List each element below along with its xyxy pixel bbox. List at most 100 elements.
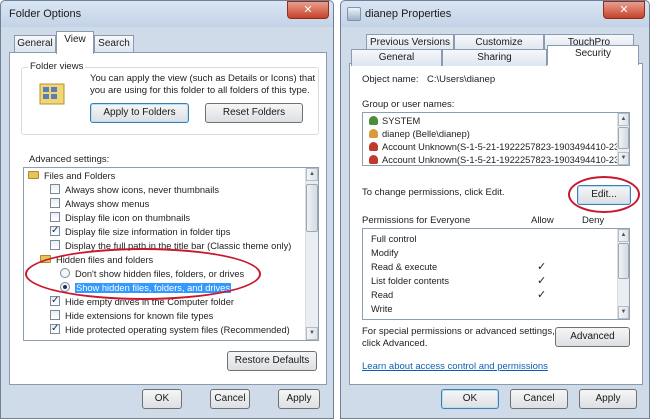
folder-views-desc-2: you are using for this folder to all fol…	[90, 85, 310, 96]
tree-item-hide-extensions[interactable]: Hide extensions for known file types	[50, 310, 213, 323]
permission-name: Modify	[371, 248, 399, 258]
user-row[interactable]: Account Unknown(S-1-5-21-1922257823-1903…	[369, 141, 624, 153]
permission-name: Read & execute	[371, 262, 438, 272]
tree-item-label: Hide empty drives in the Computer folder	[65, 297, 234, 307]
tree-item-label: Hide protected operating system files (R…	[65, 325, 290, 335]
tree-folder-hidden-files: Hidden files and folders	[40, 254, 153, 267]
checkbox[interactable]	[50, 198, 60, 208]
special-permissions-text-2: click Advanced.	[362, 338, 428, 349]
permission-row: Modify	[371, 246, 629, 260]
tab-general[interactable]: General	[14, 35, 56, 52]
user-icon	[369, 129, 378, 138]
checkbox-checked[interactable]	[50, 322, 60, 335]
allow-header: Allow	[531, 215, 554, 226]
tree-folder-files-and-folders: Files and Folders	[28, 170, 115, 183]
user-list[interactable]: SYSTEM dianep (Belle\dianep) Account Unk…	[362, 112, 630, 166]
scroll-thumb[interactable]	[618, 127, 629, 149]
reset-folders-button[interactable]: Reset Folders	[205, 103, 303, 123]
user-name: SYSTEM	[382, 116, 421, 126]
apply-button[interactable]: Apply	[278, 389, 320, 409]
scroll-up-arrow-icon[interactable]: ▲	[618, 229, 629, 242]
tab-search[interactable]: Search	[94, 35, 134, 52]
tree-item-label: Hidden files and folders	[56, 255, 154, 265]
advanced-settings-label: Advanced settings:	[29, 154, 110, 165]
window-title: dianep Properties	[365, 8, 452, 20]
cancel-button[interactable]: Cancel	[510, 389, 568, 409]
tree-item-label: Display the full path in the title bar (…	[65, 241, 292, 251]
tree-item-label: Don't show hidden files, folders, or dri…	[75, 269, 245, 279]
scroll-up-arrow-icon[interactable]: ▲	[618, 113, 629, 126]
folder-icon	[40, 255, 51, 263]
tree-item-always-show-menus[interactable]: Always show menus	[50, 198, 149, 211]
permission-row: Read & execute ✓	[371, 260, 629, 274]
permissions-scrollbar[interactable]: ▲ ▼	[617, 229, 629, 319]
tree-item-dont-show-hidden[interactable]: Don't show hidden files, folders, or dri…	[60, 268, 244, 281]
tree-item-label: Show hidden files, folders, and drives	[75, 283, 232, 293]
unknown-user-icon	[369, 142, 378, 151]
permission-name: List folder contents	[371, 276, 450, 286]
scroll-down-arrow-icon[interactable]: ▼	[618, 306, 629, 319]
allow-check-icon: ✓	[537, 289, 547, 301]
user-row[interactable]: dianep (Belle\dianep)	[369, 128, 470, 140]
close-button[interactable]: ✕	[603, 1, 645, 19]
ok-button[interactable]: OK	[441, 389, 499, 409]
unknown-user-icon	[369, 155, 378, 164]
scroll-down-arrow-icon[interactable]: ▼	[618, 152, 629, 165]
permission-name: Write	[371, 304, 393, 314]
permission-name: Read	[371, 290, 394, 300]
tree-item-show-hidden[interactable]: Show hidden files, folders, and drives	[60, 282, 232, 295]
checkbox-checked[interactable]	[50, 294, 60, 307]
allow-check-icon: ✓	[537, 261, 547, 273]
title-bar[interactable]: Folder Options ✕	[1, 1, 333, 27]
advanced-button[interactable]: Advanced	[555, 327, 630, 347]
learn-access-control-link[interactable]: Learn about access control and permissio…	[362, 361, 548, 372]
tree-item-display-full-path[interactable]: Display the full path in the title bar (…	[50, 240, 291, 253]
permission-row: Write	[371, 302, 629, 316]
radio-button-selected[interactable]	[60, 282, 70, 292]
title-bar[interactable]: dianep Properties ✕	[341, 1, 649, 27]
folder-icon	[347, 7, 361, 21]
scroll-thumb[interactable]	[618, 243, 629, 279]
ok-button[interactable]: OK	[142, 389, 182, 409]
checkbox[interactable]	[50, 310, 60, 320]
scroll-down-arrow-icon[interactable]: ▼	[306, 327, 318, 340]
close-button[interactable]: ✕	[287, 1, 329, 19]
window-title: Folder Options	[9, 8, 82, 20]
tree-item-label: Always show icons, never thumbnails	[65, 185, 219, 195]
tree-item-label: Display file icon on thumbnails	[65, 213, 191, 223]
user-name: Account Unknown(S-1-5-21-1922257823-1903…	[382, 142, 625, 152]
tab-view[interactable]: View	[56, 31, 94, 54]
checkbox[interactable]	[50, 184, 60, 194]
tree-item-display-file-size[interactable]: Display file size information in folder …	[50, 224, 230, 239]
scroll-thumb[interactable]	[306, 184, 318, 232]
checkbox-checked[interactable]	[50, 224, 60, 237]
permission-row: Read ✓	[371, 288, 629, 302]
user-name: Account Unknown(S-1-5-21-1922257823-1903…	[382, 155, 625, 165]
tab-general[interactable]: General	[351, 49, 442, 66]
tree-item-label: Always show menus	[65, 199, 150, 209]
folder-options-window: Folder Options ✕ General View Search Fol…	[0, 0, 334, 419]
checkbox[interactable]	[50, 212, 60, 222]
apply-button[interactable]: Apply	[579, 389, 637, 409]
user-list-scrollbar[interactable]: ▲ ▼	[617, 113, 629, 165]
cancel-button[interactable]: Cancel	[210, 389, 250, 409]
deny-header: Deny	[582, 215, 605, 226]
tree-item-hide-protected[interactable]: Hide protected operating system files (R…	[50, 322, 290, 337]
tab-security[interactable]: Security	[547, 45, 639, 65]
user-row[interactable]: Account Unknown(S-1-5-21-1922257823-1903…	[369, 154, 625, 165]
tree-item-hide-empty-drives[interactable]: Hide empty drives in the Computer folder	[50, 294, 234, 309]
restore-defaults-button[interactable]: Restore Defaults	[227, 351, 317, 371]
tree-item-always-show-icons[interactable]: Always show icons, never thumbnails	[50, 184, 219, 197]
tab-sharing[interactable]: Sharing	[442, 49, 547, 66]
special-permissions-text-1: For special permissions or advanced sett…	[362, 326, 555, 337]
permissions-list[interactable]: Full control Modify Read & execute ✓ List…	[362, 228, 630, 320]
advanced-settings-tree[interactable]: Files and Folders Always show icons, nev…	[23, 167, 319, 341]
checkbox[interactable]	[50, 240, 60, 250]
edit-button[interactable]: Edit...	[577, 185, 631, 205]
user-row[interactable]: SYSTEM	[369, 115, 420, 127]
tree-scrollbar[interactable]: ▲ ▼	[305, 168, 318, 340]
scroll-up-arrow-icon[interactable]: ▲	[306, 168, 318, 181]
radio-button[interactable]	[60, 268, 70, 278]
apply-to-folders-button[interactable]: Apply to Folders	[90, 103, 189, 123]
tree-item-display-file-icon[interactable]: Display file icon on thumbnails	[50, 212, 190, 225]
